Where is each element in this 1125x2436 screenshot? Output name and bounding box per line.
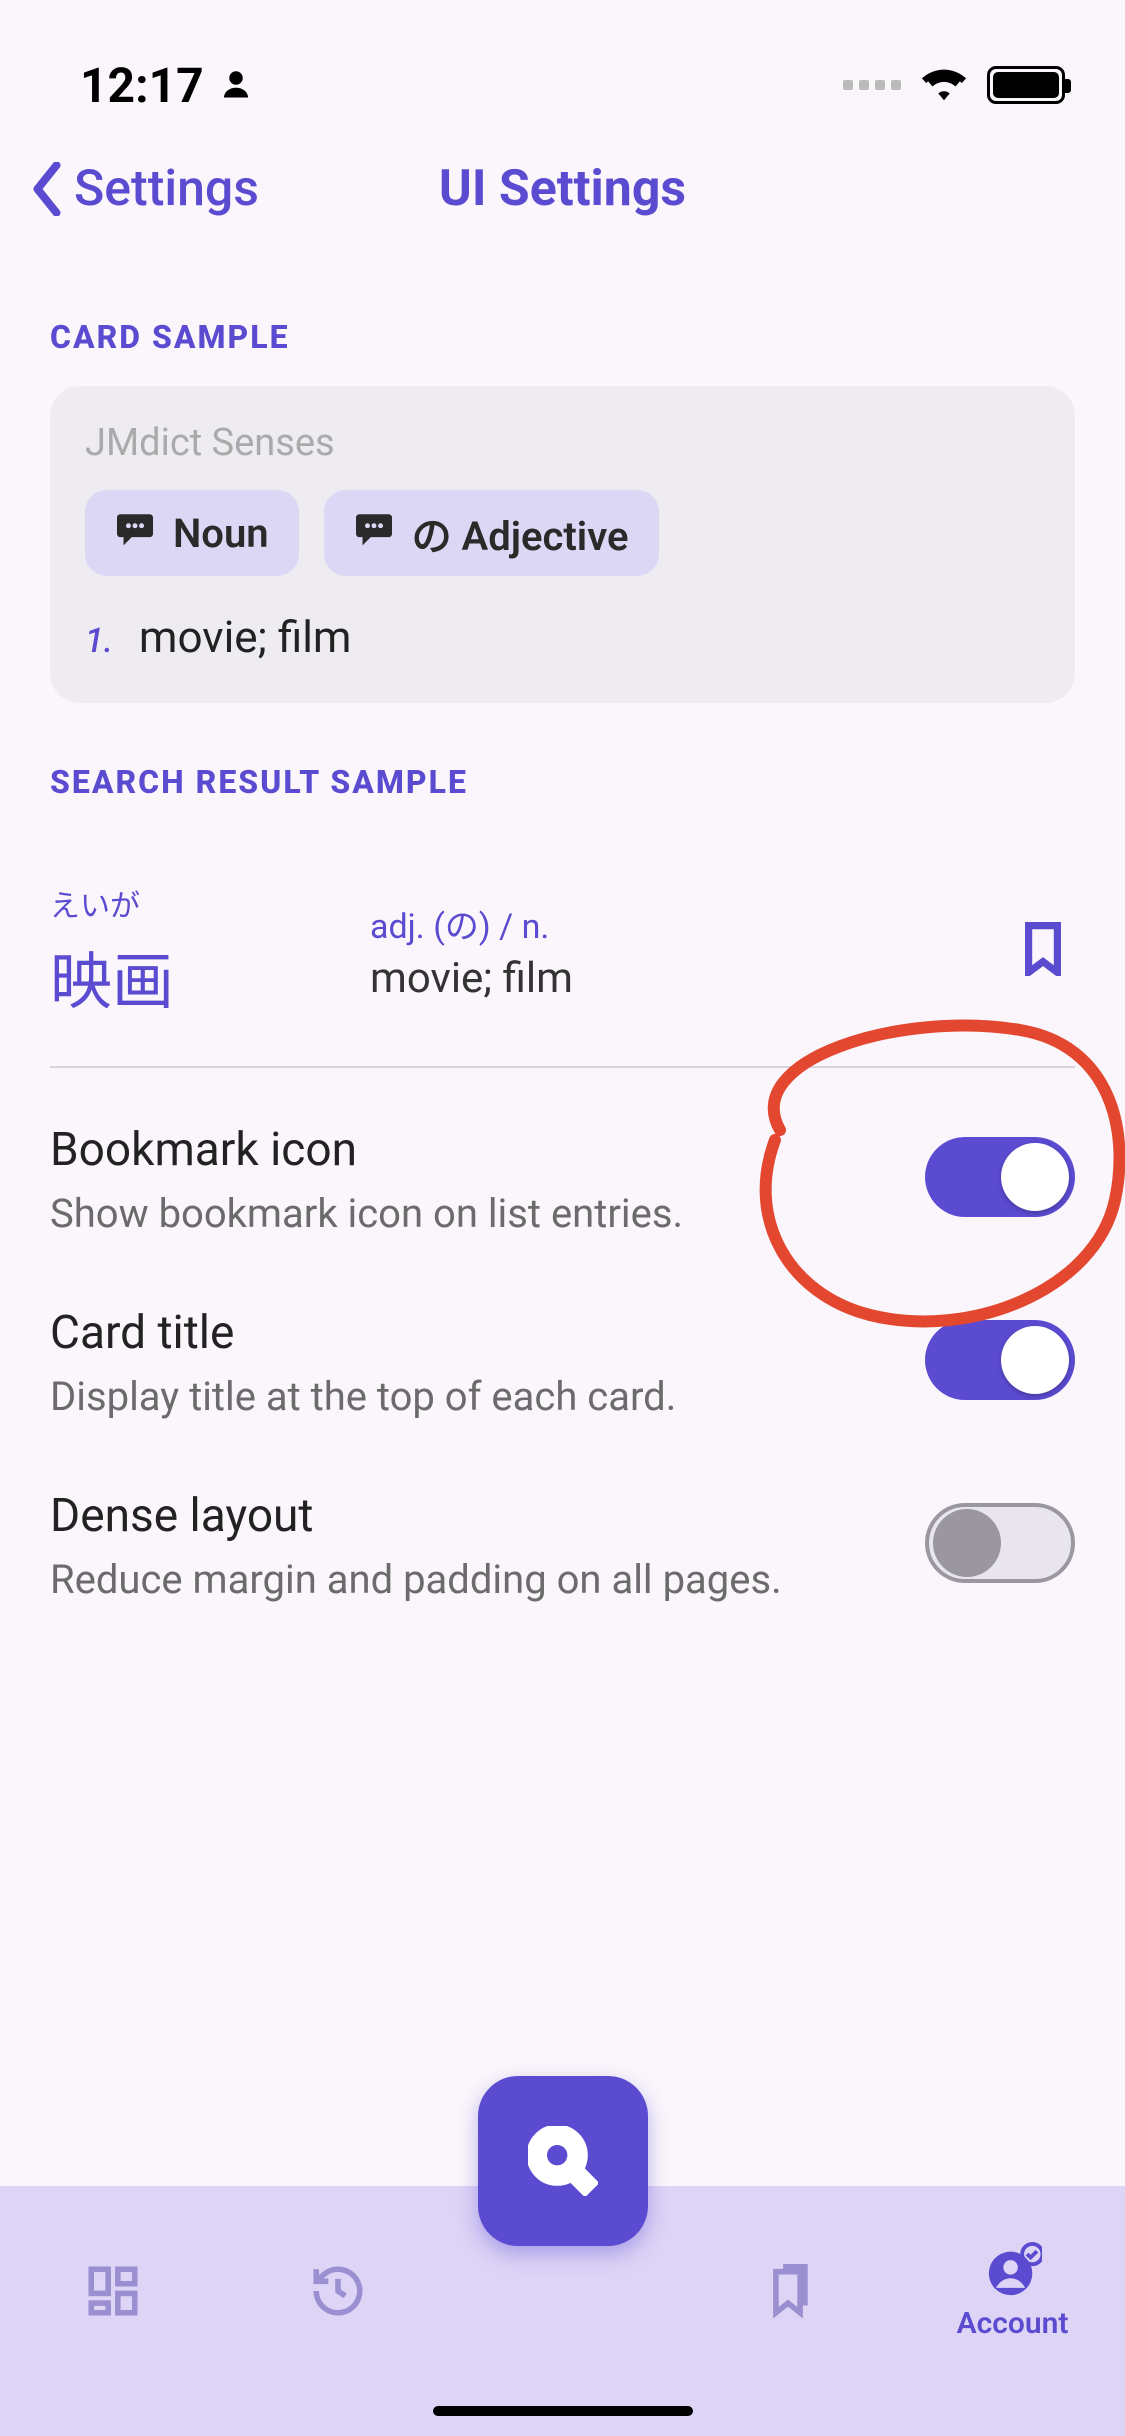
wifi-icon xyxy=(921,65,967,105)
chip-label: Noun xyxy=(173,510,269,557)
card-subtitle: JMdict Senses xyxy=(85,421,1040,465)
bookmark-icon xyxy=(1021,922,1065,976)
chip-noun[interactable]: Noun xyxy=(85,490,299,576)
speech-bubble-icon xyxy=(354,510,394,557)
setting-title: Dense layout xyxy=(50,1489,895,1543)
search-fab[interactable] xyxy=(478,2076,648,2246)
tab-dashboard[interactable] xyxy=(0,2262,225,2320)
setting-text: Card title Display title at the top of e… xyxy=(50,1306,895,1424)
search-result-def-col: adj. (の) / n. movie; film xyxy=(370,899,1021,1003)
chip-label: の Adjective xyxy=(412,504,629,562)
search-result-word-col: えいが 映画 xyxy=(50,881,370,1021)
chip-row: Noun の Adjective xyxy=(85,490,1040,576)
sense-text: movie; film xyxy=(139,611,352,663)
search-result-definition: movie; film xyxy=(370,954,1021,1003)
status-right xyxy=(843,65,1065,105)
toggle-bookmark-icon[interactable] xyxy=(925,1137,1075,1217)
chevron-left-icon xyxy=(30,162,64,216)
bookmarks-icon xyxy=(759,2262,817,2320)
battery-icon xyxy=(987,66,1065,104)
setting-desc: Display title at the top of each card. xyxy=(50,1370,895,1424)
page-title: UI Settings xyxy=(439,160,686,218)
sense-row: 1. movie; film xyxy=(85,611,1040,663)
setting-text: Bookmark icon Show bookmark icon on list… xyxy=(50,1123,895,1241)
setting-text: Dense layout Reduce margin and padding o… xyxy=(50,1489,895,1607)
tab-history[interactable] xyxy=(225,2262,450,2320)
setting-row-bookmark: Bookmark icon Show bookmark icon on list… xyxy=(0,1068,1125,1251)
back-button[interactable]: Settings xyxy=(30,160,259,218)
sense-number: 1. xyxy=(85,621,113,661)
setting-row-card-title: Card title Display title at the top of e… xyxy=(0,1251,1125,1434)
tab-account[interactable]: Account xyxy=(900,2242,1125,2341)
search-icon xyxy=(528,2126,598,2196)
history-icon xyxy=(309,2262,367,2320)
status-time: 12:17 xyxy=(80,57,204,114)
status-bar: 12:17 xyxy=(0,0,1125,140)
setting-row-dense-layout: Dense layout Reduce margin and padding o… xyxy=(0,1434,1125,1617)
speech-bubble-icon xyxy=(115,510,155,557)
dashboard-icon xyxy=(84,2262,142,2320)
search-result-pos: adj. (の) / n. xyxy=(370,899,1021,948)
card-sample: JMdict Senses Noun の Adjective 1. movie;… xyxy=(50,386,1075,703)
nav-bar: Settings UI Settings xyxy=(0,140,1125,258)
section-header-search-sample: SEARCH RESULT SAMPLE xyxy=(0,703,1125,831)
setting-title: Bookmark icon xyxy=(50,1123,895,1177)
setting-title: Card title xyxy=(50,1306,895,1360)
setting-desc: Reduce margin and padding on all pages. xyxy=(50,1553,895,1607)
person-icon xyxy=(218,57,254,114)
toggle-dense-layout[interactable] xyxy=(925,1503,1075,1583)
status-left: 12:17 xyxy=(80,57,254,114)
search-result-sample: えいが 映画 adj. (の) / n. movie; film xyxy=(50,856,1075,1068)
account-icon xyxy=(984,2242,1042,2300)
back-label: Settings xyxy=(74,160,259,218)
search-result-reading: えいが xyxy=(50,881,370,925)
section-header-card-sample: CARD SAMPLE xyxy=(0,258,1125,386)
toggle-card-title[interactable] xyxy=(925,1320,1075,1400)
chip-adjective[interactable]: の Adjective xyxy=(324,490,659,576)
tab-label: Account xyxy=(957,2306,1069,2341)
cellular-icon xyxy=(843,80,901,90)
bookmark-button[interactable] xyxy=(1021,922,1075,980)
tab-bookmarks[interactable] xyxy=(675,2262,900,2320)
home-indicator xyxy=(433,2406,693,2416)
search-result-word: 映画 xyxy=(50,931,370,1021)
setting-desc: Show bookmark icon on list entries. xyxy=(50,1187,895,1241)
